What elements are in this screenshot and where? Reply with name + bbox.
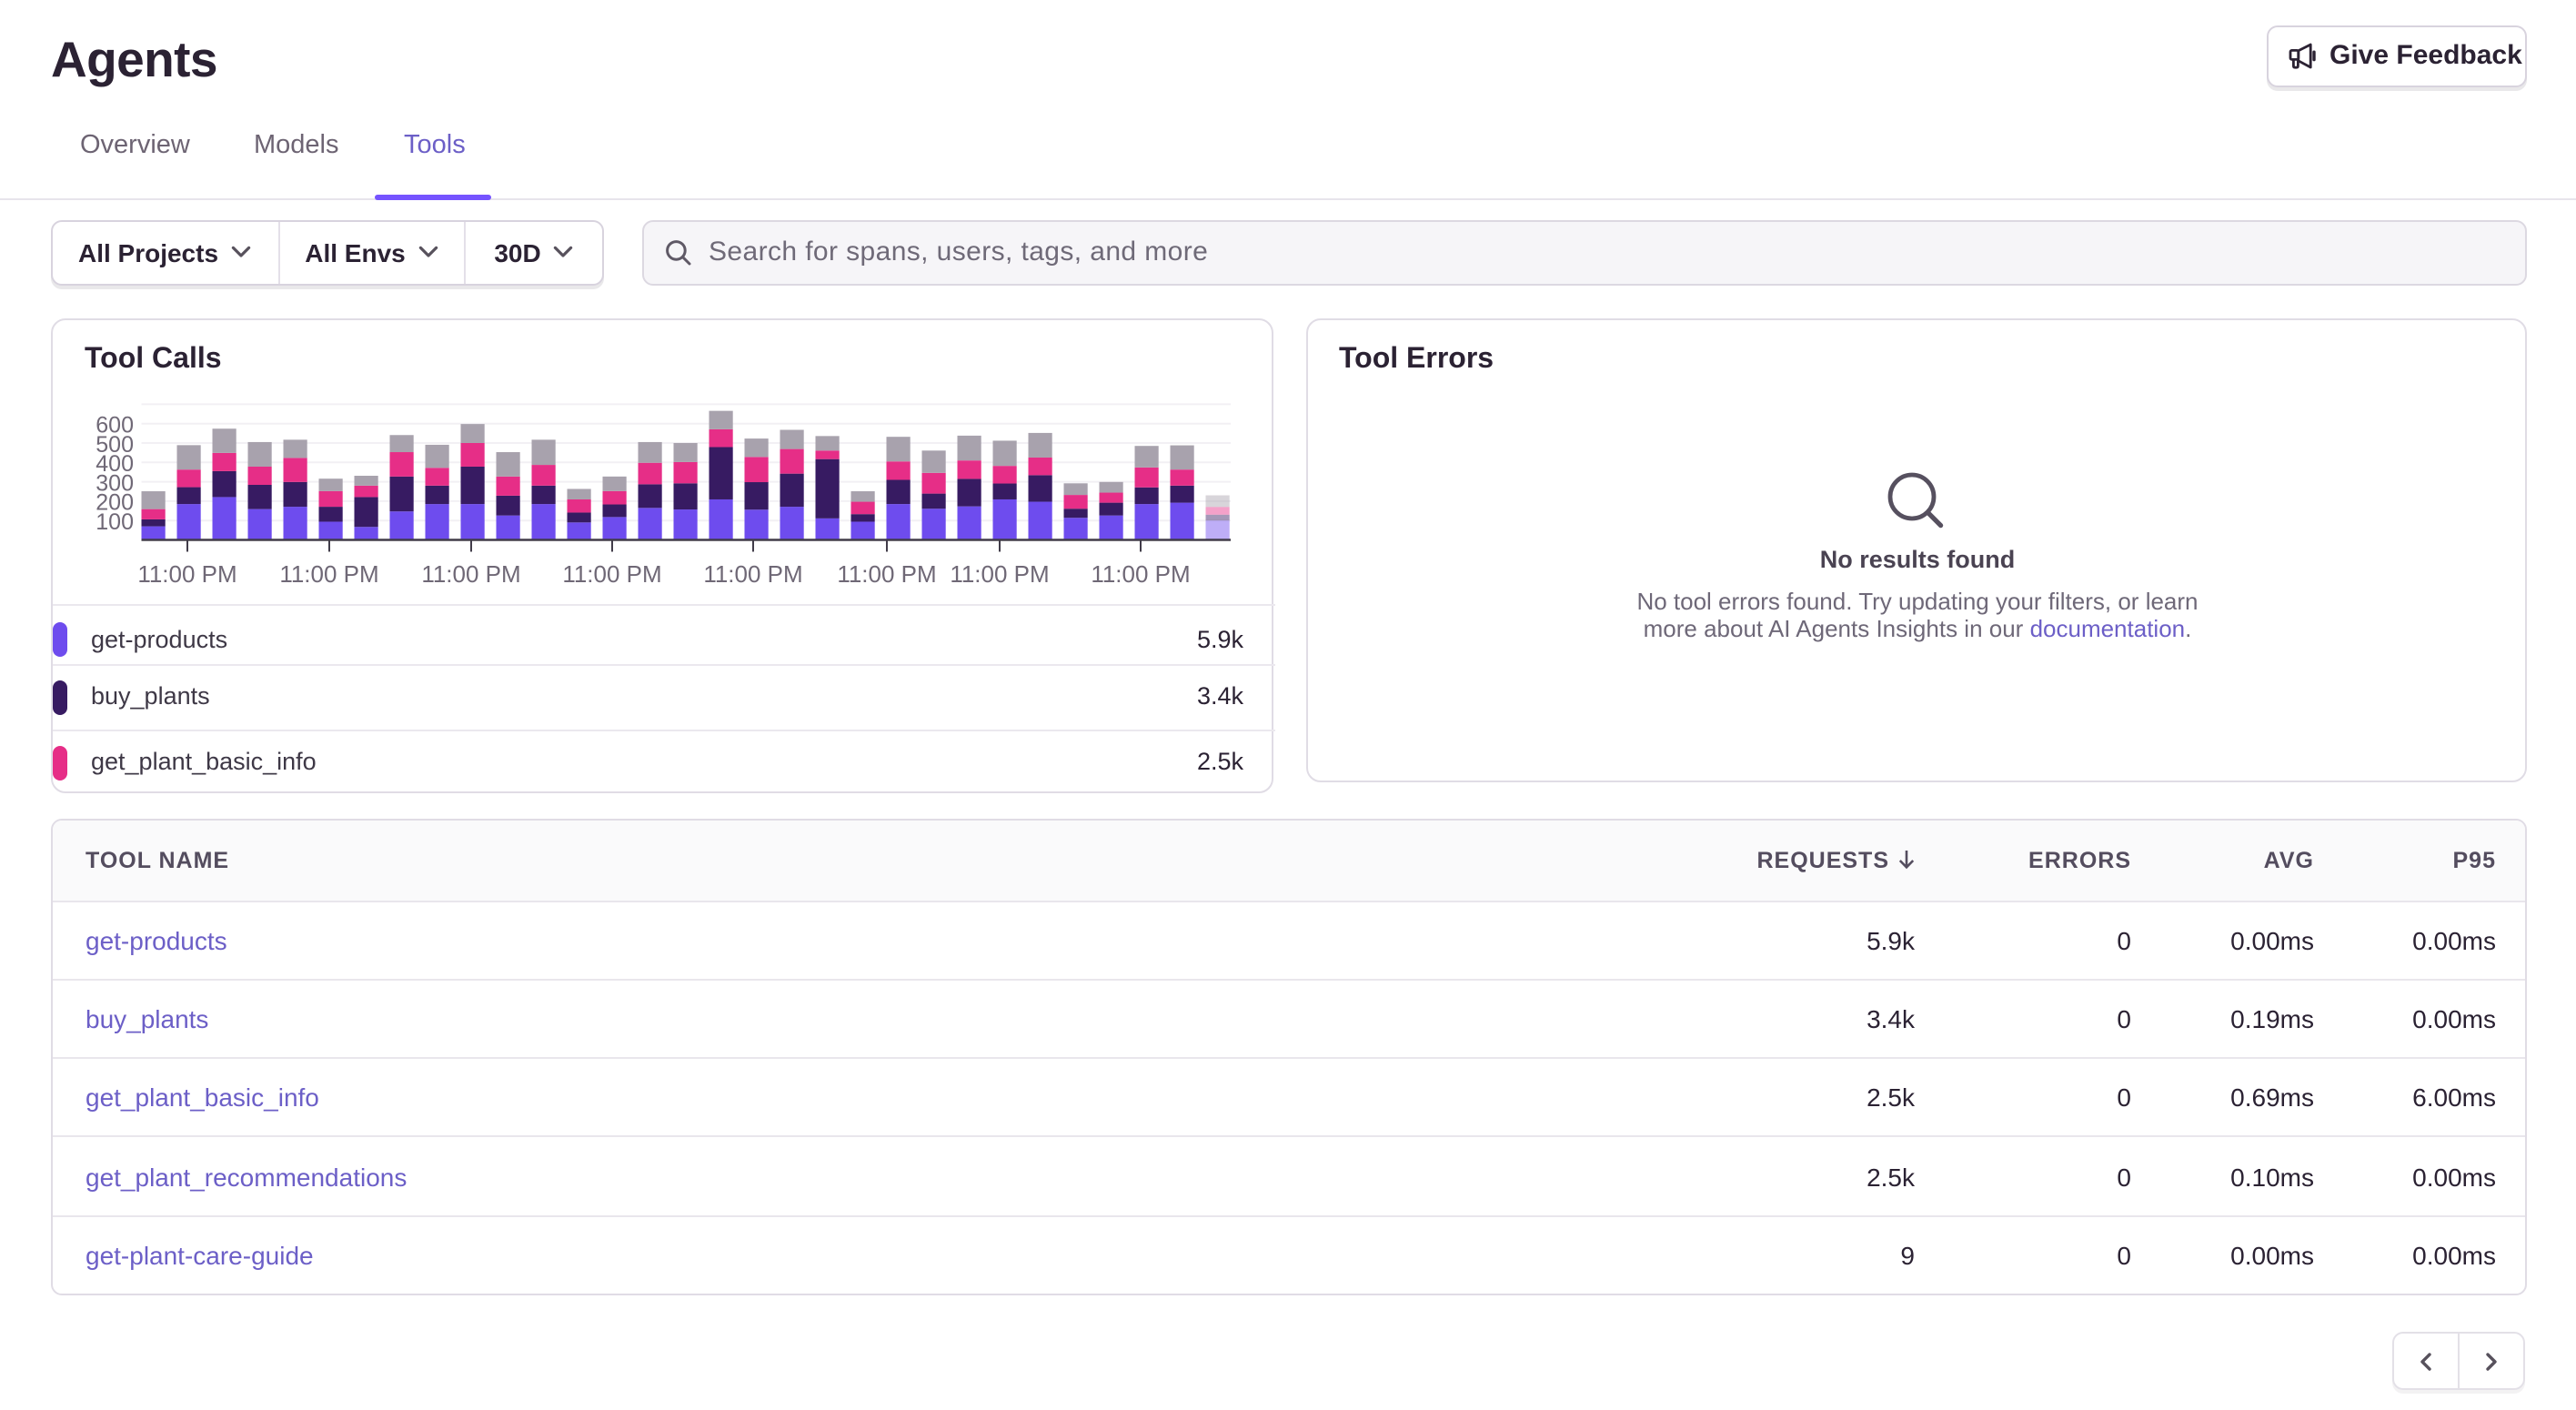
- svg-text:600: 600: [96, 412, 134, 438]
- svg-text:11:00 PM: 11:00 PM: [1091, 559, 1190, 587]
- svg-text:11:00 PM: 11:00 PM: [562, 559, 661, 587]
- svg-text:11:00 PM: 11:00 PM: [837, 559, 936, 587]
- svg-text:11:00 PM: 11:00 PM: [950, 559, 1049, 587]
- svg-text:11:00 PM: 11:00 PM: [137, 559, 236, 587]
- svg-text:11:00 PM: 11:00 PM: [703, 559, 802, 587]
- svg-text:11:00 PM: 11:00 PM: [421, 559, 520, 587]
- svg-text:11:00 PM: 11:00 PM: [279, 559, 378, 587]
